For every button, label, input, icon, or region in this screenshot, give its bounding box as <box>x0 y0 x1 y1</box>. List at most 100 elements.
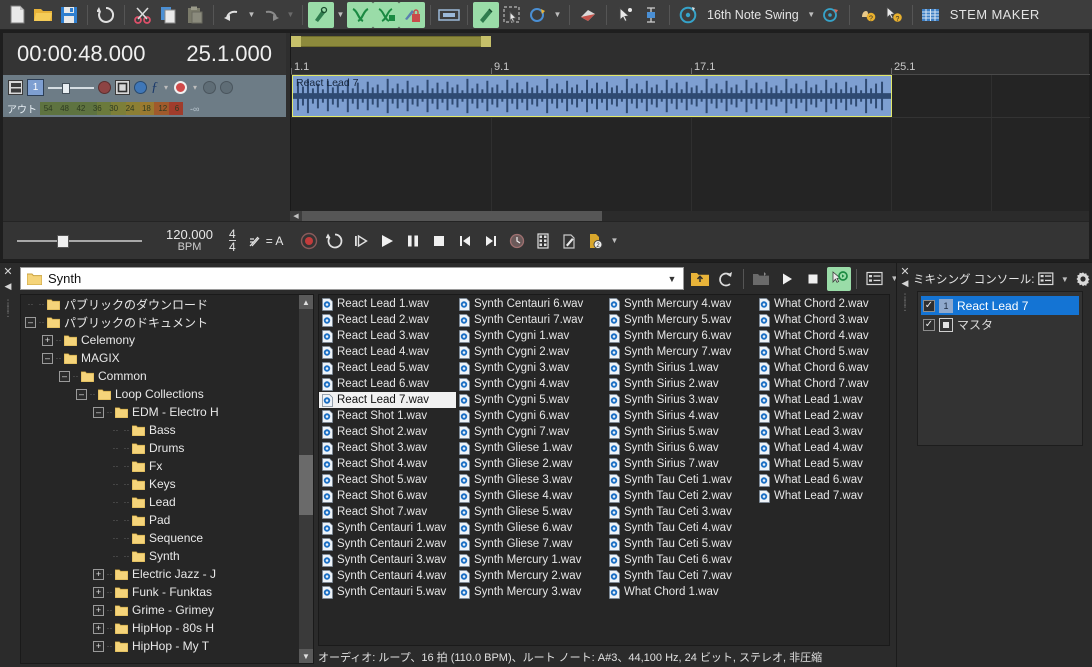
file-list-item[interactable]: Synth Gliese 7.wav <box>456 536 606 552</box>
tree-node[interactable]: –··Loop Collections <box>21 385 313 403</box>
add-folder-button[interactable] <box>749 267 773 291</box>
file-list-item[interactable]: React Lead 7.wav <box>319 392 456 408</box>
tree-expander-plus-icon[interactable]: + <box>93 623 104 634</box>
track-volume-slider[interactable] <box>48 83 94 93</box>
file-list-item[interactable]: Synth Sirius 4.wav <box>606 408 756 424</box>
tempo-value[interactable]: 120.000 <box>166 228 213 241</box>
file-list-item[interactable]: What Lead 6.wav <box>756 472 890 488</box>
file-list-item[interactable]: React Shot 7.wav <box>319 504 456 520</box>
file-list-item[interactable]: What Lead 5.wav <box>756 456 890 472</box>
file-list-item[interactable]: Synth Centauri 5.wav <box>319 584 456 600</box>
file-list-item[interactable]: Synth Cygni 3.wav <box>456 360 606 376</box>
view-options-button[interactable] <box>862 267 886 291</box>
path-dropdown-icon[interactable]: ▼ <box>661 268 683 289</box>
track-invert-phase-button[interactable] <box>115 80 130 95</box>
tree-expander-plus-icon[interactable]: + <box>93 641 104 652</box>
list-view-icon[interactable] <box>1038 272 1054 286</box>
file-list-item[interactable]: Synth Gliese 1.wav <box>456 440 606 456</box>
file-list-item[interactable]: React Lead 3.wav <box>319 328 456 344</box>
file-list-item[interactable]: Synth Centauri 6.wav <box>456 296 606 312</box>
edit-tool-dropdown[interactable]: ▼ <box>551 2 564 28</box>
tree-node[interactable]: ····Bass <box>21 421 313 439</box>
file-list-item[interactable]: Synth Centauri 7.wav <box>456 312 606 328</box>
file-list-item[interactable]: What Chord 7.wav <box>756 376 890 392</box>
tree-expander-minus-icon[interactable]: – <box>76 389 87 400</box>
file-list-item[interactable]: Synth Mercury 6.wav <box>606 328 756 344</box>
go-to-end-button[interactable] <box>478 228 504 254</box>
edit-tool-button[interactable] <box>525 2 551 28</box>
track-fx-dropdown[interactable]: ▾ <box>191 82 199 94</box>
tree-node[interactable]: ····パブリックのダウンロード <box>21 295 313 313</box>
file-list-item[interactable]: Synth Centauri 1.wav <box>319 520 456 536</box>
file-list-item[interactable]: React Shot 4.wav <box>319 456 456 472</box>
file-list-item[interactable]: Synth Centauri 3.wav <box>319 552 456 568</box>
file-list-item[interactable]: Synth Sirius 6.wav <box>606 440 756 456</box>
track-mute-button[interactable] <box>203 81 216 94</box>
open-project-button[interactable] <box>30 2 56 28</box>
mixer-channel-list[interactable]: ✓1React Lead 7✓マスタ <box>917 291 1083 446</box>
file-list-item[interactable]: React Lead 6.wav <box>319 376 456 392</box>
file-list-item[interactable]: React Lead 4.wav <box>319 344 456 360</box>
track-lane[interactable]: React Lead 7 <box>290 75 1089 221</box>
file-list-item[interactable]: Synth Cygni 1.wav <box>456 328 606 344</box>
paste-button[interactable] <box>182 2 208 28</box>
file-list-item[interactable]: Synth Gliese 2.wav <box>456 456 606 472</box>
tree-expander-plus-icon[interactable]: + <box>93 605 104 616</box>
cut-button[interactable] <box>130 2 156 28</box>
file-list-item[interactable]: What Chord 1.wav <box>606 584 756 600</box>
tree-node[interactable]: +··Grime - Grimey <box>21 601 313 619</box>
tree-vertical-scrollbar[interactable]: ▲ ▼ <box>299 295 313 663</box>
loop-playback-button[interactable] <box>436 2 462 28</box>
groove-selector-label[interactable]: 16th Note Swing <box>701 8 805 22</box>
time-display[interactable]: 00:00:48.000 25.1.000 <box>3 33 286 75</box>
snap-tool-button[interactable] <box>308 2 334 28</box>
file-list-item[interactable]: Synth Cygni 5.wav <box>456 392 606 408</box>
tree-node[interactable]: ····Keys <box>21 475 313 493</box>
file-list-item[interactable]: What Chord 6.wav <box>756 360 890 376</box>
file-list-item[interactable]: Synth Tau Ceti 3.wav <box>606 504 756 520</box>
tree-expander-plus-icon[interactable]: + <box>42 335 53 346</box>
collapse-arrow-icon[interactable]: ◀ <box>5 281 12 292</box>
tree-node[interactable]: +··Celemony <box>21 331 313 349</box>
loop-region-start-handle[interactable] <box>291 36 301 47</box>
timecode-display[interactable]: 00:00:48.000 <box>17 41 145 67</box>
lock-envelopes-button[interactable] <box>399 2 425 28</box>
tree-node[interactable]: ····Lead <box>21 493 313 511</box>
file-list-item[interactable]: Synth Mercury 4.wav <box>606 296 756 312</box>
file-list-item[interactable]: Synth Centauri 4.wav <box>319 568 456 584</box>
file-list-item[interactable]: What Chord 2.wav <box>756 296 890 312</box>
loop-region-bar[interactable] <box>291 36 491 47</box>
file-list-item[interactable]: What Lead 7.wav <box>756 488 890 504</box>
undo-dropdown[interactable]: ▼ <box>245 2 258 28</box>
transport-dropdown[interactable]: ▼ <box>608 228 621 254</box>
file-list-item[interactable]: What Lead 4.wav <box>756 440 890 456</box>
file-list-item[interactable]: React Shot 1.wav <box>319 408 456 424</box>
envelope-edit-tool-button[interactable] <box>638 2 664 28</box>
stem-maker-icon[interactable] <box>918 2 944 28</box>
pencil-tool-button[interactable] <box>556 228 582 254</box>
file-list-item[interactable]: Synth Sirius 7.wav <box>606 456 756 472</box>
tree-node[interactable]: +··HipHop - My T <box>21 637 313 655</box>
new-project-button[interactable] <box>4 2 30 28</box>
record-button[interactable] <box>296 228 322 254</box>
file-list-item[interactable]: Synth Tau Ceti 7.wav <box>606 568 756 584</box>
time-signature[interactable]: 4 4 <box>229 228 236 253</box>
bars-beats-display[interactable]: 25.1.000 <box>186 41 272 67</box>
refresh-browser-button[interactable] <box>714 267 738 291</box>
timeline-ruler[interactable]: 1.1 9.1 17.1 25.1 <box>290 33 1089 75</box>
stem-maker-label[interactable]: STEM MAKER <box>944 7 1046 22</box>
snap-dropdown[interactable]: ▼ <box>334 2 347 28</box>
track-number-badge[interactable]: 1 <box>27 79 44 96</box>
file-list-item[interactable]: Synth Mercury 2.wav <box>456 568 606 584</box>
file-list-item[interactable]: What Chord 3.wav <box>756 312 890 328</box>
key-signature[interactable]: = A <box>248 234 284 248</box>
groove-dropdown[interactable]: ▼ <box>805 2 818 28</box>
folder-tree[interactable]: ····パブリックのダウンロード–··パブリックのドキュメント+··Celemo… <box>20 294 314 664</box>
film-strip-button[interactable] <box>530 228 556 254</box>
auto-ripple-button[interactable] <box>373 2 399 28</box>
file-list-item[interactable]: Synth Sirius 5.wav <box>606 424 756 440</box>
copy-button[interactable] <box>156 2 182 28</box>
file-list-item[interactable]: Synth Gliese 6.wav <box>456 520 606 536</box>
tree-node[interactable]: ····Pad <box>21 511 313 529</box>
redo-button[interactable] <box>258 2 284 28</box>
